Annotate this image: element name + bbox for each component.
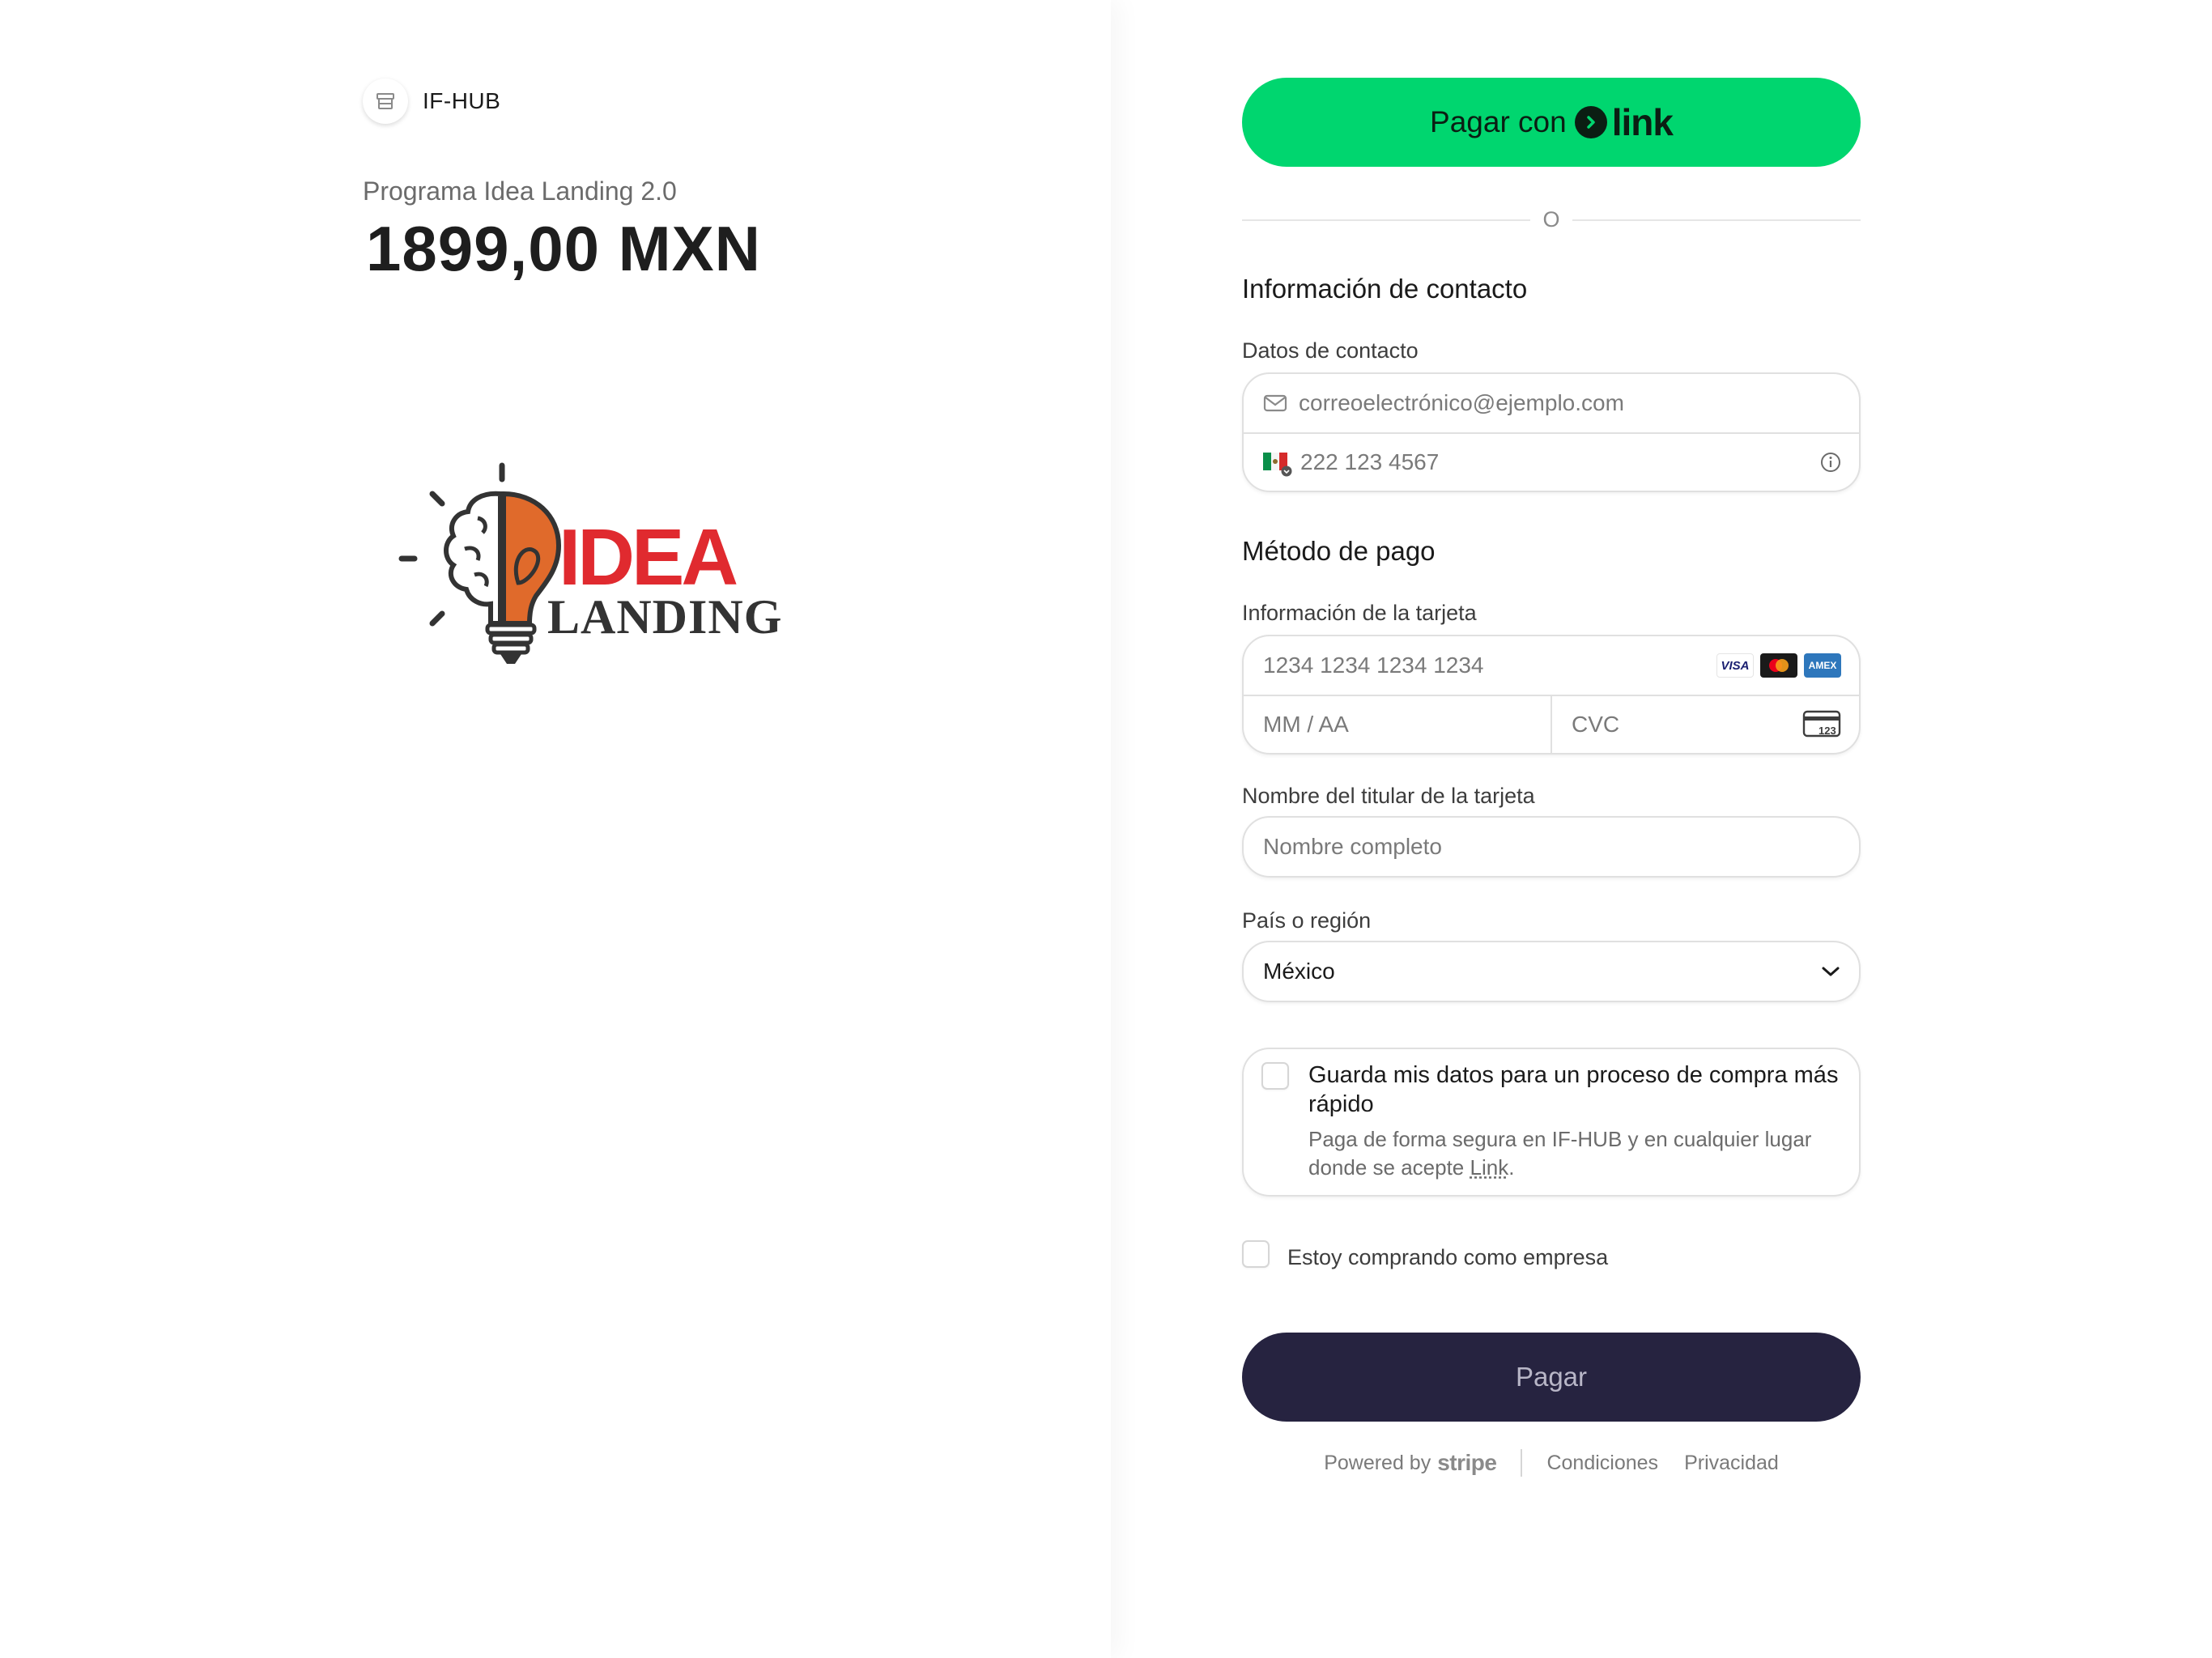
product-price: 1899,00 MXN [366, 213, 761, 284]
cvc-field[interactable]: CVC 123 [1551, 696, 1859, 753]
save-info-description: Paga de forma segura en IF-HUB y en cual… [1308, 1125, 1851, 1182]
powered-by-stripe[interactable]: Powered by stripe [1324, 1450, 1497, 1476]
cardholder-field[interactable]: Nombre completo [1242, 816, 1861, 878]
pay-with-link-label: Pagar con [1430, 105, 1567, 138]
country-select[interactable]: México [1242, 941, 1861, 1002]
link-wordmark: link [1611, 101, 1674, 143]
privacy-link[interactable]: Privacidad [1684, 1452, 1779, 1475]
chevron-down-icon [1820, 964, 1841, 979]
merchant-name: IF-HUB [423, 88, 501, 113]
store-icon [363, 79, 408, 124]
cardholder-label: Nombre del titular de la tarjeta [1242, 784, 1535, 808]
card-fields-group: 1234 1234 1234 1234 VISA AMEX MM / AA CV… [1242, 635, 1861, 755]
business-purchase-checkbox[interactable] [1242, 1240, 1270, 1268]
info-icon[interactable] [1820, 452, 1841, 473]
card-number-placeholder: 1234 1234 1234 1234 [1263, 653, 1484, 678]
phone-field[interactable]: 222 123 4567 [1244, 432, 1859, 491]
cvc-icon-text: 123 [1819, 725, 1836, 737]
chevron-down-icon [1281, 466, 1292, 477]
idea-landing-logo: IDEA LANDING [398, 462, 782, 664]
footer: Powered by stripe Condiciones Privacidad [1242, 1449, 1861, 1477]
country-value: México [1263, 959, 1335, 984]
pay-button-label: Pagar [1515, 1362, 1588, 1392]
card-brands: VISA AMEX [1716, 653, 1841, 678]
mail-icon [1263, 394, 1287, 412]
link-logo: link [1574, 100, 1674, 144]
email-field[interactable]: correoelectrónico@ejemplo.com [1244, 374, 1859, 432]
pay-with-link-button[interactable]: Pagar con link [1242, 78, 1861, 167]
save-info-desc-text: Paga de forma segura en IF-HUB y en cual… [1308, 1127, 1812, 1180]
expiry-field[interactable]: MM / AA [1244, 696, 1551, 753]
card-info-label: Información de la tarjeta [1242, 601, 1477, 625]
order-summary-panel: IF-HUB Programa Idea Landing 2.0 1899,00… [0, 0, 1111, 1658]
save-info-option: Guarda mis datos para un proceso de comp… [1242, 1048, 1861, 1197]
logo-word-landing: LANDING [547, 590, 782, 644]
email-placeholder: correoelectrónico@ejemplo.com [1299, 390, 1624, 415]
country-label: País o región [1242, 908, 1372, 933]
payment-panel: Pagar con link O Información de contacto… [1111, 0, 2212, 1658]
mastercard-icon [1760, 653, 1797, 678]
business-purchase-label[interactable]: Estoy comprando como empresa [1287, 1245, 1608, 1270]
amex-icon: AMEX [1804, 653, 1841, 678]
card-number-field[interactable]: 1234 1234 1234 1234 VISA AMEX [1244, 636, 1859, 695]
save-info-desc-end: . [1508, 1155, 1515, 1180]
expiry-placeholder: MM / AA [1263, 712, 1349, 737]
footer-separator [1521, 1449, 1523, 1477]
terms-link[interactable]: Condiciones [1546, 1452, 1658, 1475]
contact-details-label: Datos de contacto [1242, 338, 1419, 363]
mexico-flag-icon[interactable] [1263, 453, 1292, 477]
visa-icon: VISA [1716, 653, 1754, 678]
or-divider: O [1242, 207, 1861, 232]
link-arrow-icon [1574, 106, 1607, 138]
cardholder-placeholder: Nombre completo [1263, 834, 1442, 859]
save-info-checkbox[interactable] [1261, 1062, 1289, 1090]
payment-section-title: Método de pago [1242, 536, 1436, 566]
save-info-title: Guarda mis datos para un proceso de comp… [1308, 1062, 1839, 1117]
contact-section-title: Información de contacto [1242, 274, 1528, 304]
merchant-header[interactable]: IF-HUB [363, 79, 500, 124]
cvc-placeholder: CVC [1572, 712, 1620, 737]
stripe-logo: stripe [1437, 1450, 1497, 1475]
cvc-card-icon: 123 [1802, 710, 1841, 739]
product-name: Programa Idea Landing 2.0 [363, 176, 677, 206]
logo-word-idea: IDEA [559, 512, 737, 602]
phone-placeholder: 222 123 4567 [1300, 449, 1440, 474]
link-info-link[interactable]: Link [1470, 1155, 1509, 1180]
pay-button[interactable]: Pagar [1242, 1333, 1861, 1422]
powered-by-text: Powered by [1324, 1451, 1431, 1474]
contact-fields-group: correoelectrónico@ejemplo.com 222 123 45… [1242, 372, 1861, 492]
